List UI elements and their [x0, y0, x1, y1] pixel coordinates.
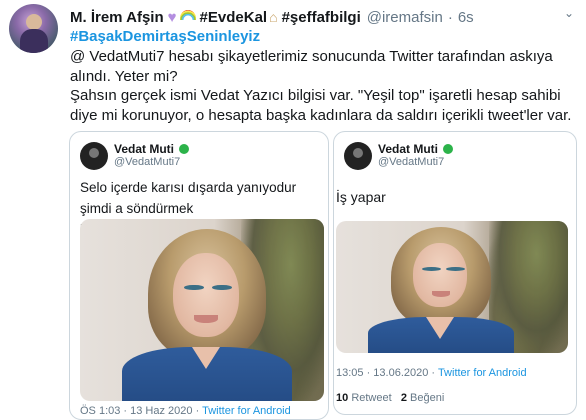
hashtag-link[interactable]: #BaşakDemirtaşSeninleyiz — [70, 28, 260, 45]
quoted-tweet-time: 13:05 · 13.06.2020 · — [336, 367, 438, 379]
quoted-author-name-text: Vedat Muti — [114, 142, 175, 156]
author-handle[interactable]: @iremafsin — [367, 9, 443, 26]
like-count: 2 — [400, 392, 407, 404]
quoted-tweet-source: Twitter for Android — [202, 405, 291, 417]
quoted-author-handle: @VedatMuti7 — [114, 156, 181, 168]
quoted-tweet-image-right[interactable]: Vedat Muti @VedatMuti7 İş yapar 13:05 · … — [333, 131, 577, 415]
tweet-text-paragraph-2: Şahsın gerçek ismi Vedat Yazıcı bilgisi … — [70, 87, 572, 124]
retweet-count: 10 — [336, 392, 349, 404]
author-name[interactable]: M. İrem Afşin — [70, 9, 164, 26]
quoted-avatar — [344, 142, 372, 170]
quoted-author-name-text: Vedat Muti — [378, 142, 439, 156]
woman-photo — [336, 221, 568, 353]
separator: · — [447, 8, 453, 26]
quoted-tweet-counts: 10 Retweet 2 Beğeni — [336, 392, 444, 404]
quoted-author-handle: @VedatMuti7 — [378, 156, 445, 168]
header-hashtag-evdekal[interactable]: #EvdeKal — [200, 9, 268, 26]
quoted-tweet-text: İş yapar — [336, 189, 386, 205]
tweet-header: M. İrem Afşin ♥ #EvdeKal ⌂ #şeffafbilgi … — [70, 7, 474, 27]
avatar[interactable] — [9, 4, 58, 53]
quoted-tweet-meta: 13:05 · 13.06.2020 · Twitter for Android — [336, 367, 527, 379]
retweet-label: Retweet — [351, 392, 392, 404]
quoted-tweet-image-left[interactable]: Vedat Muti @VedatMuti7 Selo içerde karıs… — [69, 131, 329, 420]
header-hashtag-seffafbilgi[interactable]: #şeffafbilgi — [282, 9, 361, 26]
woman-photo — [80, 219, 324, 401]
like-label: Beğeni — [410, 392, 445, 404]
rainbow-icon — [179, 10, 196, 20]
quoted-author-name: Vedat Muti — [114, 142, 190, 156]
caret-down-icon[interactable]: ⌄ — [562, 6, 576, 20]
quoted-author-name: Vedat Muti — [378, 142, 454, 156]
tweet-text-paragraph-1: @ VedatMuti7 hesabı şikayetlerimiz sonuc… — [70, 48, 553, 85]
tweet[interactable]: M. İrem Afşin ♥ #EvdeKal ⌂ #şeffafbilgi … — [0, 0, 586, 420]
green-dot-icon — [179, 144, 190, 154]
quoted-avatar — [80, 142, 108, 170]
quoted-tweet-time: ÖS 1:03 · 13 Haz 2020 · — [80, 405, 203, 417]
purple-heart-icon: ♥ — [167, 8, 177, 26]
tweet-text: @ VedatMuti7 hesabı şikayetlerimiz sonuc… — [70, 47, 576, 125]
tweet-time[interactable]: 6s — [458, 9, 474, 26]
quoted-tweet-source: Twitter for Android — [437, 367, 527, 379]
quoted-tweet-meta: ÖS 1:03 · 13 Haz 2020 · Twitter for Andr… — [80, 405, 291, 417]
house-icon: ⌂ — [269, 9, 278, 25]
green-dot-icon — [443, 144, 454, 154]
